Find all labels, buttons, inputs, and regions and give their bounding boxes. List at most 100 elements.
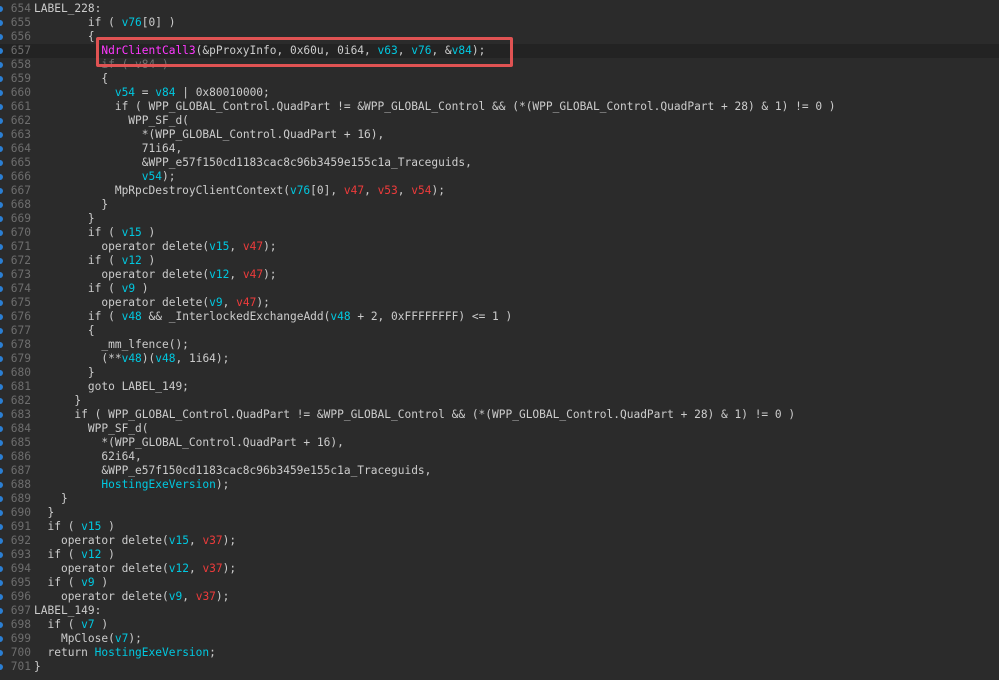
breakpoint-dot-icon[interactable] (0, 342, 3, 348)
code-line[interactable]: 695 if ( v9 ) (0, 576, 999, 590)
breakpoint-dot-icon[interactable] (0, 622, 3, 628)
breakpoint-dot-icon[interactable] (0, 608, 3, 614)
code-line[interactable]: 696 operator delete(v9, v37); (0, 590, 999, 604)
breakpoint-dot-icon[interactable] (0, 426, 3, 432)
code-token: operator delete( (60, 562, 169, 575)
code-line[interactable]: 686 62i64, (0, 450, 999, 464)
code-line[interactable]: 655 if ( v76[0] ) (0, 16, 999, 30)
breakpoint-dot-icon[interactable] (0, 566, 3, 572)
breakpoint-dot-icon[interactable] (0, 524, 3, 530)
breakpoint-dot-icon[interactable] (0, 440, 3, 446)
breakpoint-dot-icon[interactable] (0, 20, 3, 26)
code-line[interactable]: 670 if ( v15 ) (0, 226, 999, 240)
breakpoint-dot-icon[interactable] (0, 412, 3, 418)
code-line[interactable]: 697 LABEL_149: (0, 604, 999, 618)
breakpoint-dot-icon[interactable] (0, 146, 3, 152)
breakpoint-dot-icon[interactable] (0, 356, 3, 362)
code-line[interactable]: 661 if ( WPP_GLOBAL_Control.QuadPart != … (0, 100, 999, 114)
breakpoint-dot-icon[interactable] (0, 76, 3, 82)
code-line[interactable]: 676 if ( v48 && _InterlockedExchangeAdd(… (0, 310, 999, 324)
code-line[interactable]: 684 WPP_SF_d( (0, 422, 999, 436)
code-line[interactable]: 654 LABEL_228: (0, 2, 999, 16)
breakpoint-dot-icon[interactable] (0, 216, 3, 222)
code-line[interactable]: 692 operator delete(v15, v37); (0, 534, 999, 548)
breakpoint-dot-icon[interactable] (0, 160, 3, 166)
code-text: if ( v12 ) (34, 254, 155, 268)
breakpoint-dot-icon[interactable] (0, 636, 3, 642)
code-line[interactable]: 671 operator delete(v15, v47); (0, 240, 999, 254)
breakpoint-dot-icon[interactable] (0, 48, 3, 54)
code-line[interactable]: 682 } (0, 394, 999, 408)
code-line[interactable]: 680 } (0, 366, 999, 380)
code-line[interactable]: 662 WPP_SF_d( (0, 114, 999, 128)
code-line[interactable]: 673 operator delete(v12, v47); (0, 268, 999, 282)
breakpoint-dot-icon[interactable] (0, 552, 3, 558)
breakpoint-dot-icon[interactable] (0, 454, 3, 460)
breakpoint-dot-icon[interactable] (0, 314, 3, 320)
breakpoint-dot-icon[interactable] (0, 538, 3, 544)
code-line[interactable]: 656 { (0, 30, 999, 44)
breakpoint-dot-icon[interactable] (0, 482, 3, 488)
code-line[interactable]: 672 if ( v12 ) (0, 254, 999, 268)
breakpoint-dot-icon[interactable] (0, 90, 3, 96)
code-line[interactable]: 666 v54); (0, 170, 999, 184)
code-line[interactable]: 693 if ( v12 ) (0, 548, 999, 562)
code-line[interactable]: 698 if ( v7 ) (0, 618, 999, 632)
code-line[interactable]: 664 71i64, (0, 142, 999, 156)
code-line[interactable]: 689 } (0, 492, 999, 506)
breakpoint-dot-icon[interactable] (0, 650, 3, 656)
breakpoint-dot-icon[interactable] (0, 202, 3, 208)
breakpoint-dot-icon[interactable] (0, 510, 3, 516)
code-line[interactable]: 675 operator delete(v9, v47); (0, 296, 999, 310)
code-line[interactable]: 658 if ( v84 ) (0, 58, 999, 72)
code-line[interactable]: 679 (**v48)(v48, 1i64); (0, 352, 999, 366)
breakpoint-dot-icon[interactable] (0, 174, 3, 180)
breakpoint-dot-icon[interactable] (0, 244, 3, 250)
code-line[interactable]: 678 _mm_lfence(); (0, 338, 999, 352)
breakpoint-dot-icon[interactable] (0, 132, 3, 138)
code-line[interactable]: 669 } (0, 212, 999, 226)
code-line[interactable]: 690 } (0, 506, 999, 520)
code-line[interactable]: 660 v54 = v84 | 0x80010000; (0, 86, 999, 100)
code-line[interactable]: 681 goto LABEL_149; (0, 380, 999, 394)
breakpoint-dot-icon[interactable] (0, 300, 3, 306)
code-text: LABEL_228: (34, 2, 101, 16)
code-line[interactable]: 699 MpClose(v7); (0, 632, 999, 646)
breakpoint-dot-icon[interactable] (0, 34, 3, 40)
code-line[interactable]: 694 operator delete(v12, v37); (0, 562, 999, 576)
breakpoint-dot-icon[interactable] (0, 580, 3, 586)
code-editor[interactable]: 654 LABEL_228: 655 if ( v76[0] ) 656 {657 N… (0, 0, 999, 680)
breakpoint-dot-icon[interactable] (0, 398, 3, 404)
code-line[interactable]: 667 MpRpcDestroyClientContext(v76[0], v4… (0, 184, 999, 198)
breakpoint-dot-icon[interactable] (0, 104, 3, 110)
breakpoint-dot-icon[interactable] (0, 272, 3, 278)
breakpoint-dot-icon[interactable] (0, 118, 3, 124)
code-line[interactable]: 701} (0, 660, 999, 674)
breakpoint-dot-icon[interactable] (0, 496, 3, 502)
breakpoint-dot-icon[interactable] (0, 328, 3, 334)
code-line[interactable]: 687 &WPP_e57f150cd1183cac8c96b3459e155c1… (0, 464, 999, 478)
code-line[interactable]: 665 &WPP_e57f150cd1183cac8c96b3459e155c1… (0, 156, 999, 170)
code-line[interactable]: 659 { (0, 72, 999, 86)
code-line[interactable]: 685 *(WPP_GLOBAL_Control.QuadPart + 16), (0, 436, 999, 450)
breakpoint-dot-icon[interactable] (0, 594, 3, 600)
breakpoint-dot-icon[interactable] (0, 62, 3, 68)
breakpoint-dot-icon[interactable] (0, 258, 3, 264)
breakpoint-dot-icon[interactable] (0, 664, 3, 670)
breakpoint-dot-icon[interactable] (0, 468, 3, 474)
code-line[interactable]: 700 return HostingExeVersion; (0, 646, 999, 660)
code-line[interactable]: 691 if ( v15 ) (0, 520, 999, 534)
breakpoint-dot-icon[interactable] (0, 384, 3, 390)
breakpoint-dot-icon[interactable] (0, 6, 3, 12)
code-line[interactable]: 663 *(WPP_GLOBAL_Control.QuadPart + 16), (0, 128, 999, 142)
breakpoint-dot-icon[interactable] (0, 370, 3, 376)
breakpoint-dot-icon[interactable] (0, 286, 3, 292)
code-line[interactable]: 683 if ( WPP_GLOBAL_Control.QuadPart != … (0, 408, 999, 422)
code-line[interactable]: 674 if ( v9 ) (0, 282, 999, 296)
code-line[interactable]: 668 } (0, 198, 999, 212)
code-line[interactable]: 657 NdrClientCall3(&pProxyInfo, 0x60u, 0… (0, 44, 999, 58)
breakpoint-dot-icon[interactable] (0, 188, 3, 194)
code-line[interactable]: 688 HostingExeVersion); (0, 478, 999, 492)
breakpoint-dot-icon[interactable] (0, 230, 3, 236)
code-line[interactable]: 677 { (0, 324, 999, 338)
